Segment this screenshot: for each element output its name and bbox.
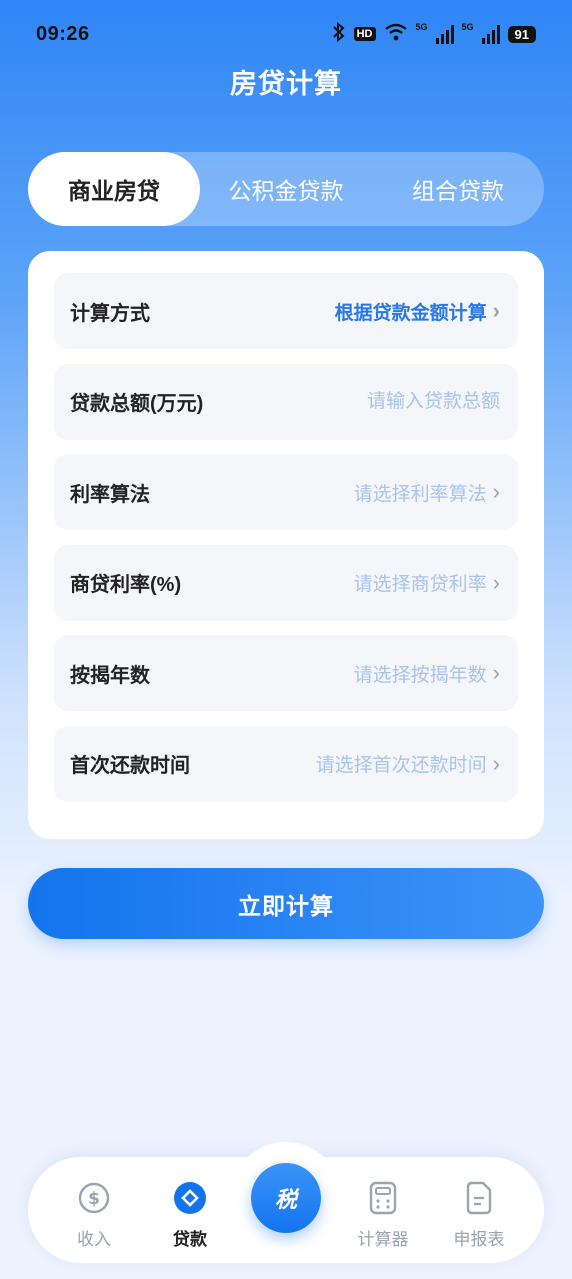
mortgage-years-value: 请选择按揭年数 › [354,660,500,687]
status-time: 09:26 [36,22,90,45]
commercial-rate-label: 商贷利率(%) [70,574,182,596]
tabbar-item-calculator[interactable]: 计算器 [343,1181,423,1250]
first-payment-time-label: 首次还款时间 [70,755,190,777]
mortgage-years-placeholder: 请选择按揭年数 [353,664,487,686]
status-icons: HD 5G 5G 91 [332,21,536,46]
rate-algorithm-label: 利率算法 [70,483,150,506]
signal-icon-1 [435,24,454,44]
chevron-right-icon: › [492,660,500,685]
loan-form-card: 计算方式 根据贷款金额计算 › 贷款总额(万元) 利率算法 请选择利率算法 › … [28,251,544,839]
chevron-right-icon: › [492,298,500,323]
chevron-right-icon: › [492,479,500,504]
status-bar: 09:26 HD 5G 5G 91 [0,0,572,68]
loan-type-tabs: 商业房贷 公积金贷款 组合贷款 [28,152,544,226]
loan-diamond-icon [173,1181,207,1215]
network-label-1: 5G [415,22,428,32]
calculate-button[interactable]: 立即计算 [28,868,544,939]
tabbar-label-income: 收入 [77,1230,111,1249]
calc-method-value-text: 根据贷款金额计算 [334,302,487,324]
page-title: 房贷计算 [230,69,342,99]
tabbar-item-report[interactable]: 申报表 [439,1181,519,1250]
first-payment-time-placeholder: 请选择首次还款时间 [315,755,487,776]
svg-text:$: $ [88,1189,100,1209]
first-payment-time-value: 请选择首次还款时间 › [316,750,500,777]
first-payment-time-row[interactable]: 首次还款时间 请选择首次还款时间 › [54,725,518,802]
dollar-coin-icon: $ [77,1181,111,1215]
tab-provident-fund-loan[interactable]: 公积金贷款 [200,152,372,226]
hd-badge: HD [353,27,376,41]
loan-total-input[interactable] [280,390,500,413]
tab-commercial-loan[interactable]: 商业房贷 [28,152,200,226]
bluetooth-icon [332,21,346,46]
wifi-icon [384,23,408,46]
network-label-2: 5G [461,22,474,32]
rate-algorithm-value: 请选择利率算法 › [354,479,500,506]
rate-algorithm-row[interactable]: 利率算法 请选择利率算法 › [54,454,518,530]
chevron-right-icon: › [492,750,500,776]
tabbar-label-report: 申报表 [453,1230,505,1249]
calc-method-row[interactable]: 计算方式 根据贷款金额计算 › [54,273,518,349]
signal-icon-2 [481,24,500,44]
loan-total-label: 贷款总额(万元) [70,393,204,415]
mortgage-years-label: 按揭年数 [70,664,150,687]
tabbar-label-calculator: 计算器 [357,1230,409,1249]
tabbar-item-income[interactable]: $ 收入 [54,1181,134,1250]
tabbar-label-loan: 贷款 [173,1230,207,1249]
commercial-rate-placeholder: 请选择商贷利率 [353,574,487,595]
rate-algorithm-placeholder: 请选择利率算法 [353,483,487,505]
tabbar-item-loan[interactable]: 贷款 [150,1181,230,1250]
loan-total-row: 贷款总额(万元) [54,363,518,440]
tab-combined-loan[interactable]: 组合贷款 [372,152,544,226]
calc-method-label: 计算方式 [70,302,150,325]
calculator-icon [366,1181,400,1215]
calc-method-value: 根据贷款金额计算 › [335,298,500,325]
chevron-right-icon: › [492,569,500,595]
battery-indicator: 91 [507,25,536,43]
commercial-rate-value: 请选择商贷利率 › [354,569,500,596]
mortgage-years-row[interactable]: 按揭年数 请选择按揭年数 › [54,635,518,711]
center-button-wrap: 税 [230,1142,342,1254]
tax-center-button[interactable]: 税 [251,1163,321,1233]
commercial-rate-row[interactable]: 商贷利率(%) 请选择商贷利率 › [54,544,518,621]
document-icon [462,1181,496,1215]
